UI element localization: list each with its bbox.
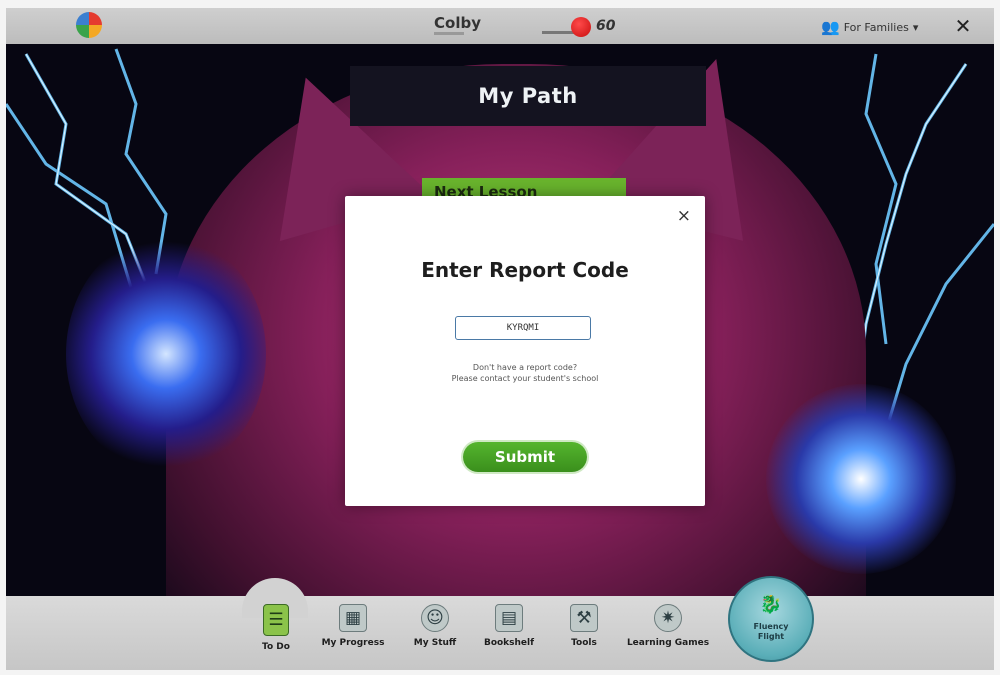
submit-button[interactable]: Submit (463, 442, 587, 472)
flight-label: Flight (757, 632, 785, 641)
todo-icon: ☰ (263, 604, 289, 636)
learning-games-icon: ✷ (654, 604, 682, 632)
nav-label-learning-games: Learning Games (626, 638, 710, 648)
student-level-bar (434, 32, 464, 35)
tools-icon: ⚒ (570, 604, 598, 632)
page-title: My Path (478, 84, 578, 108)
for-families-menu[interactable]: 👥 For Families ▾ (821, 18, 918, 36)
right-glowing-paw (766, 384, 956, 574)
nav-item-learning-games[interactable]: ✷ Learning Games (623, 604, 713, 670)
page-header: My Path (350, 66, 706, 126)
close-app-button[interactable]: ✕ (950, 14, 976, 38)
fluency-flight-button[interactable]: 🐉 Fluency Flight (728, 576, 814, 662)
close-icon[interactable]: × (677, 206, 691, 226)
help-contact-text: Please contact your student's school (451, 374, 599, 383)
fluency-label: Fluency (753, 622, 789, 631)
my-stuff-icon: ☺ (421, 604, 449, 632)
nav-item-tools[interactable]: ⚒ Tools (539, 604, 629, 670)
people-icon: 👥 (821, 18, 840, 36)
top-bar: Colby 60 👥 For Families ▾ ✕ (6, 8, 994, 44)
help-question-text: Don't have a report code? (472, 363, 578, 372)
bookshelf-icon: ▤ (495, 604, 523, 632)
student-name[interactable]: Colby (434, 14, 481, 32)
for-families-label: For Families (843, 20, 909, 34)
report-code-dialog: × Enter Report Code Don't have a report … (345, 196, 705, 506)
app-window: Colby 60 👥 For Families ▾ ✕ My Path Next… (6, 8, 994, 670)
coin-count: 60 (596, 18, 616, 34)
fluency-flight-label: Fluency Flight (730, 622, 812, 642)
progress-icon: ▦ (339, 604, 367, 632)
chevron-down-icon: ▾ (912, 20, 919, 34)
coin-icon (571, 17, 591, 37)
dialog-title: Enter Report Code (421, 258, 629, 282)
left-glowing-paw (66, 234, 266, 474)
nav-item-my-progress[interactable]: ▦ My Progress (308, 604, 398, 670)
nav-label-my-progress: My Progress (321, 638, 385, 648)
dragon-icon: 🐉 (759, 594, 783, 615)
app-logo-icon[interactable] (76, 12, 102, 38)
report-code-input[interactable] (455, 316, 591, 340)
nav-label-tools: Tools (571, 638, 597, 648)
